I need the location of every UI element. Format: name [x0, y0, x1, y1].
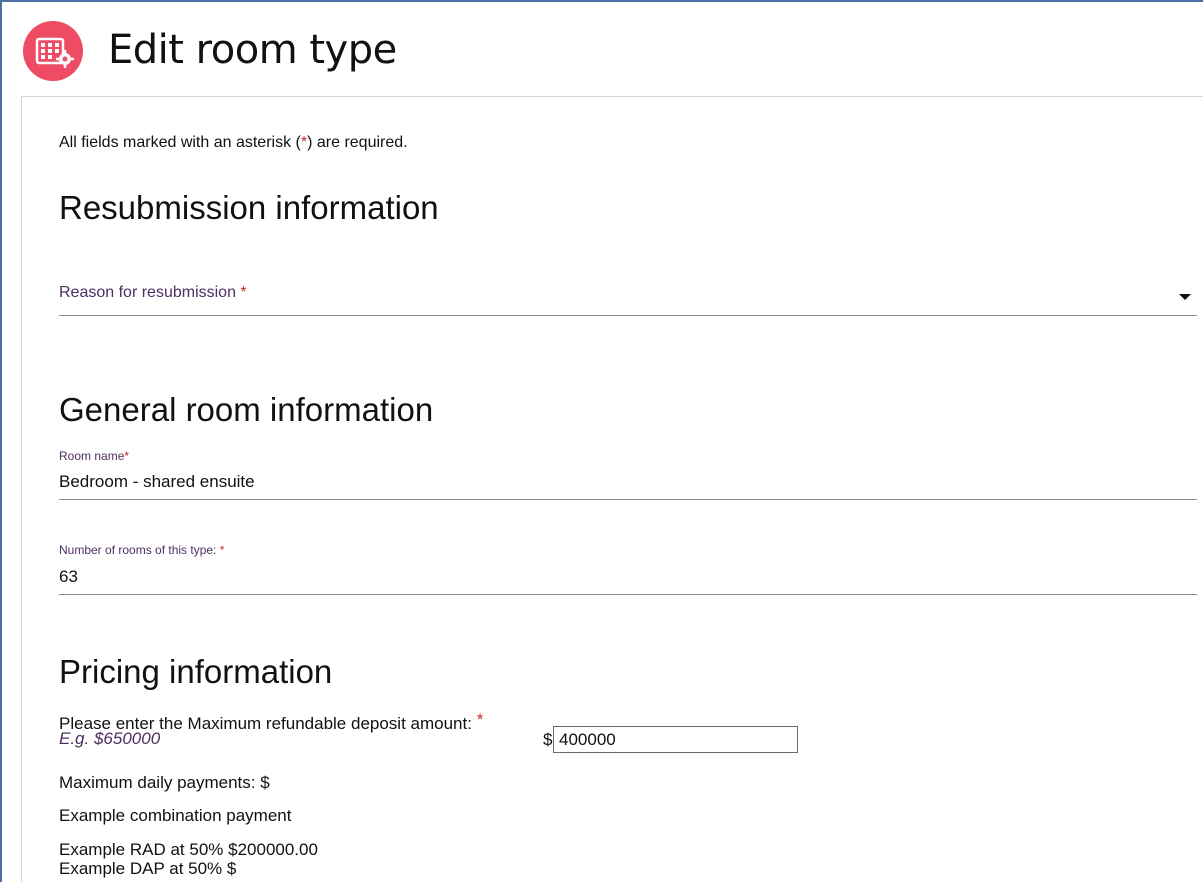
required-fields-note: All fields marked with an asterisk (*) a…: [59, 134, 408, 152]
example-dap: Example DAP at 50% $: [59, 859, 237, 878]
room-grid-settings-icon: [23, 21, 83, 81]
page-header: Edit room type: [2, 2, 1203, 96]
required-asterisk: *: [476, 710, 484, 729]
example-combination-heading: Example combination payment: [59, 806, 292, 825]
room-count-label: Number of rooms of this type: *: [59, 543, 224, 557]
page-title: Edit room type: [108, 27, 397, 73]
room-count-label-text: Number of rooms of this type:: [59, 543, 217, 557]
required-note-suffix: ) are required.: [307, 134, 408, 151]
room-count-field[interactable]: Number of rooms of this type: * 63: [59, 541, 1197, 595]
reason-select-label: Reason for resubmission *: [59, 284, 247, 302]
rad-hint: E.g. $650000: [59, 729, 161, 748]
room-count-underline: [59, 594, 1197, 595]
rad-amount-input[interactable]: 400000: [553, 726, 798, 753]
example-rad: Example RAD at 50% $200000.00: [59, 840, 318, 859]
room-name-label-text: Room name: [59, 449, 125, 463]
max-daily-payments: Maximum daily payments: $: [59, 773, 270, 792]
reason-label-text: Reason for resubmission: [59, 284, 236, 301]
room-count-value[interactable]: 63: [59, 567, 78, 587]
room-name-label: Room name*: [59, 449, 129, 463]
chevron-down-icon[interactable]: [1179, 294, 1191, 300]
required-asterisk: *: [240, 284, 247, 301]
general-section-title: General room information: [59, 391, 434, 428]
room-name-underline: [59, 499, 1197, 500]
currency-symbol: $: [543, 730, 553, 749]
required-asterisk: *: [219, 543, 225, 557]
pricing-section-title: Pricing information: [59, 653, 333, 690]
required-asterisk: *: [124, 449, 130, 463]
required-note-prefix: All fields marked with an asterisk (: [59, 134, 301, 151]
resubmission-section-title: Resubmission information: [59, 189, 439, 226]
reason-select[interactable]: Reason for resubmission *: [59, 276, 1197, 316]
room-name-value[interactable]: Bedroom - shared ensuite: [59, 472, 255, 492]
room-name-field[interactable]: Room name* Bedroom - shared ensuite: [59, 447, 1197, 501]
reason-select-underline: [59, 315, 1197, 316]
